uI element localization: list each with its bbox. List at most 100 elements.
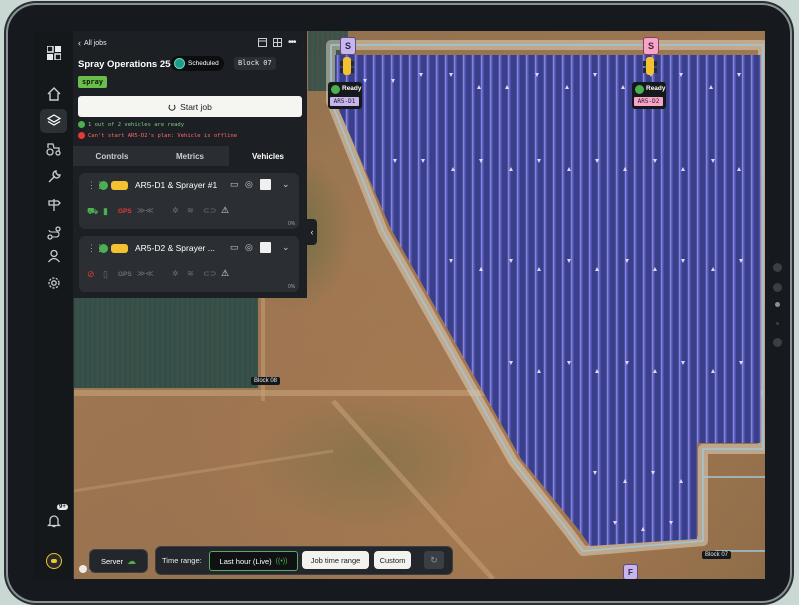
warning-icon: ⚠ [221,268,230,278]
finish-marker-label: F [628,567,633,577]
nav-layers[interactable] [40,109,67,133]
table-icon[interactable] [273,38,282,47]
qr-code-icon[interactable] [260,179,271,190]
tab-vehicles[interactable]: Vehicles [229,146,307,166]
location-pin-icon[interactable]: ◎ [245,242,253,253]
home-icon [47,87,60,101]
nav-settings[interactable] [40,271,67,295]
signal-icon: ≫≪ [137,206,154,215]
back-link[interactable]: ‹ All jobs [78,38,107,48]
block-badge: Block 07 [234,57,276,70]
location-pin-icon[interactable]: ◎ [245,179,253,190]
nav-users[interactable] [40,244,67,268]
time-range-label: Time range: [162,556,202,565]
route-icon [46,226,61,240]
nav-vehicles[interactable] [40,137,67,161]
job-title: Spray Operations 25-10 [78,59,185,70]
gps-status: GPS [118,271,132,278]
server-status[interactable]: Server ☁ [89,549,148,573]
collapse-panel-button[interactable]: ‹ [307,219,317,245]
start-error-status: Can't start AR5-D2's plan: Vehicle is of… [78,132,237,139]
check-circle-icon [78,121,85,128]
notifications-button[interactable]: 9+ [40,504,68,533]
start-marker-d2[interactable]: S [643,37,659,55]
signpost-icon [47,199,61,211]
block-label-08: Block 08 [251,377,281,385]
page-dot[interactable] [773,263,782,272]
orchard-block-08 [73,298,258,388]
finish-marker[interactable]: F [623,564,638,579]
disconnected-icon: ⊘ [87,269,95,279]
app-screen: S S Ready AR5-D1 Ready AR5-D2 Block 08 B… [34,31,765,579]
page-dot[interactable] [776,322,779,325]
vehicle-map-label-d2[interactable]: Ready AR5-D2 [632,82,666,109]
qr-code-icon[interactable] [260,242,271,253]
page-dot[interactable] [773,283,782,292]
avatar [45,553,62,569]
nav-home[interactable] [40,82,67,106]
gps-status: GPS [118,208,132,215]
tab-controls[interactable]: Controls [73,146,151,166]
battery-icon: ▯ [103,269,108,279]
progress-percent: 0% [288,221,296,227]
user-icon [47,249,60,263]
start-marker-d1[interactable]: S [340,37,356,55]
start-job-button[interactable]: Start job [78,96,302,117]
custom-range-button[interactable]: Custom [374,551,411,569]
nav-maintenance[interactable] [40,165,67,189]
drone-vehicle-icon [111,244,128,253]
more-options-icon[interactable]: ••• [288,37,296,48]
page-dot[interactable] [773,338,782,347]
vehicle-id-tag: AR5-D1 [330,97,359,106]
panel-tabs: Controls Metrics Vehicles [73,146,307,166]
wrench-icon [48,170,61,183]
ready-dot [635,85,644,94]
fan-icon: ✲ [172,269,179,278]
refresh-button[interactable]: ↻ [424,551,444,569]
spray-icon: ≋ [187,206,194,215]
chevron-down-icon[interactable]: ⌄ [282,242,290,253]
drone-icon[interactable] [643,55,657,77]
drone-icon[interactable] [340,55,354,77]
power-icon [168,104,176,111]
block-label-07: Block 07 [702,551,732,559]
error-circle-icon [78,132,85,139]
signal-icon: ≫≪ [137,269,154,278]
ready-dot [331,85,340,94]
vehicle-card[interactable]: ⋮⋮ AR5-D1 & Sprayer #1 ▭ ◎ ⌄ ⛟ ▮ GPS ≫≪ … [79,173,299,229]
fan-icon: ✲ [172,206,179,215]
ready-label: Ready [342,85,362,92]
page-dot-active[interactable] [775,302,780,307]
vehicle-name: AR5-D1 & Sprayer #1 [135,180,218,190]
engine-icon: ⊂⊃ [203,269,217,278]
status-badge: Scheduled [171,56,224,71]
refresh-icon: ↻ [430,554,438,565]
online-dot [99,181,108,190]
vehicle-id-tag: AR5-D2 [634,97,663,106]
start-marker-label: S [647,41,654,51]
camera-icon[interactable]: ▭ [230,242,239,253]
cloud-icon: ☁ [127,555,137,566]
live-range-button[interactable]: Last hour (Live) ((•)) [209,551,298,571]
vehicle-card[interactable]: ⋮⋮ AR5-D2 & Sprayer ... ▭ ◎ ⌄ ⊘ ▯ GPS ≫≪… [79,236,299,292]
chevron-down-icon[interactable]: ⌄ [282,179,290,190]
vehicle-name: AR5-D2 & Sprayer ... [135,243,215,253]
job-type-tag: spray [78,76,108,88]
vehicle-map-label-d1[interactable]: Ready AR5-D1 [328,82,362,109]
notification-count-badge: 9+ [57,504,68,510]
ready-label: Ready [646,85,666,92]
online-dot [99,244,108,253]
tab-metrics[interactable]: Metrics [151,146,229,166]
nav-routes[interactable] [40,221,67,245]
drone-vehicle-icon [111,181,128,190]
job-panel: ‹ All jobs ••• Spray Operations 25-10 Sc… [73,31,307,298]
job-time-range-button[interactable]: Job time range [302,551,369,569]
nav-implements[interactable] [40,193,67,217]
app-logo[interactable] [40,41,67,65]
status-dot [174,58,185,69]
spray-icon: ≋ [187,269,194,278]
user-avatar[interactable] [40,549,67,573]
mapbox-icon [79,564,87,573]
report-icon[interactable] [258,38,267,47]
camera-icon[interactable]: ▭ [230,179,239,190]
